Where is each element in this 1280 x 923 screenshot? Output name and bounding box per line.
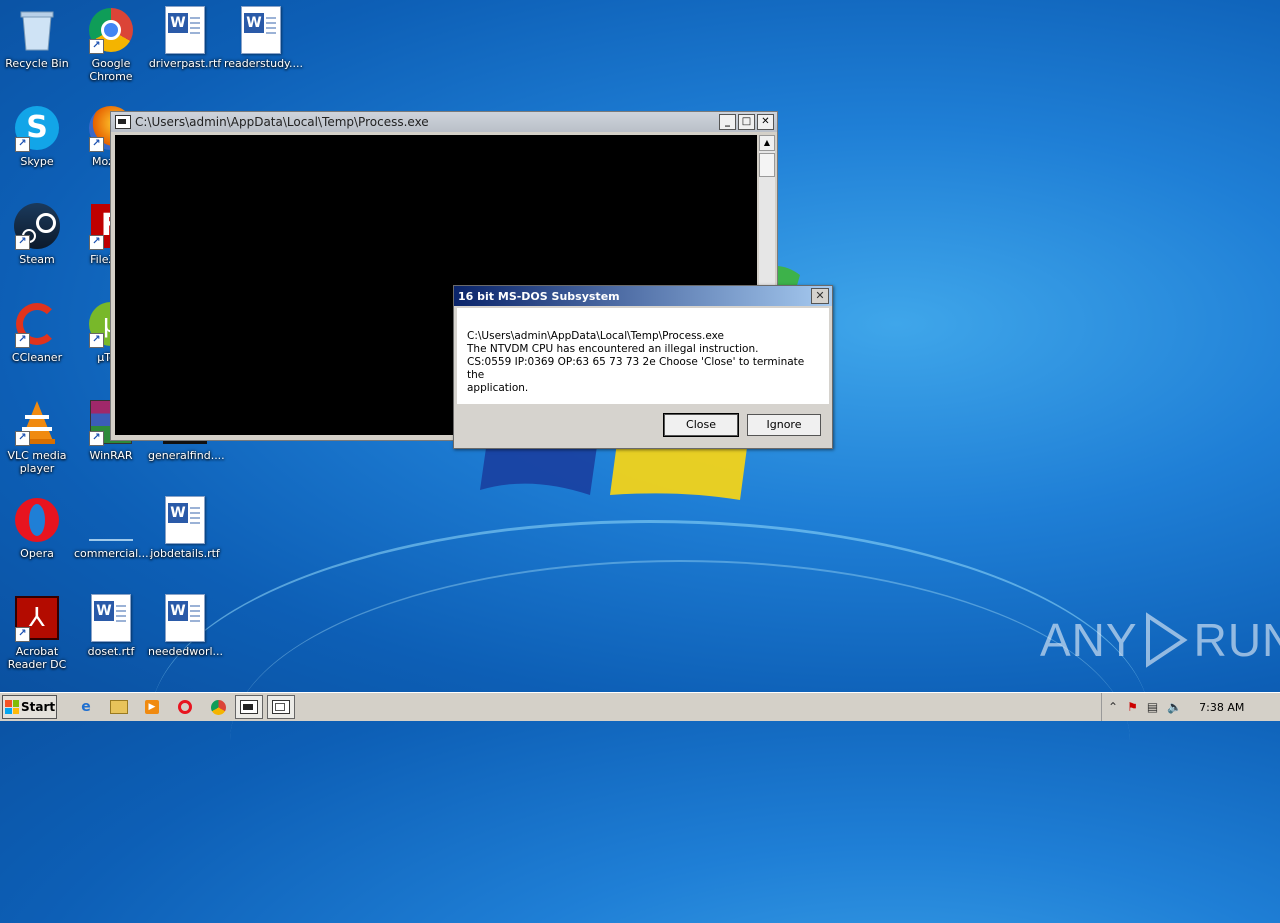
play-triangle-icon bbox=[1145, 612, 1188, 668]
desktop-icon-neededworl[interactable]: W neededworl... bbox=[148, 594, 223, 658]
desktop-icon-doset[interactable]: W doset.rtf bbox=[74, 594, 148, 658]
message-line: application. bbox=[467, 382, 529, 394]
scroll-thumb[interactable] bbox=[759, 153, 775, 177]
steam-icon: ↗ bbox=[13, 202, 61, 250]
action-center-icon[interactable]: ⚑ bbox=[1127, 700, 1138, 714]
file-icon bbox=[87, 496, 135, 544]
ntvdm-error-dialog[interactable]: 16 bit MS-DOS Subsystem ✕ C:\Users\admin… bbox=[453, 285, 833, 449]
desktop-icon-steam[interactable]: ↗ Steam bbox=[0, 202, 74, 266]
ccleaner-icon: ↗ bbox=[13, 300, 61, 348]
desktop-icon-opera[interactable]: Opera bbox=[0, 496, 74, 560]
message-line: CS:0559 IP:0369 OP:63 65 73 73 2e Choose… bbox=[467, 356, 805, 381]
close-button[interactable]: ✕ bbox=[757, 114, 774, 130]
taskbar-dialog-button[interactable] bbox=[267, 695, 295, 719]
word-document-icon: W bbox=[161, 496, 209, 544]
desktop-icon-chrome[interactable]: ↗ Google Chrome bbox=[74, 6, 148, 83]
minimize-button[interactable]: _ bbox=[719, 114, 736, 130]
opera-taskbar-icon[interactable] bbox=[174, 696, 196, 718]
word-document-icon: W bbox=[161, 6, 209, 54]
dialog-title: 16 bit MS-DOS Subsystem bbox=[458, 289, 620, 303]
windows-flag-icon bbox=[5, 700, 19, 714]
network-icon[interactable]: ▤ bbox=[1147, 700, 1158, 714]
close-dialog-button[interactable]: Close bbox=[663, 413, 739, 437]
scroll-up-arrow-icon[interactable]: ▲ bbox=[759, 135, 775, 151]
dialog-close-icon[interactable]: ✕ bbox=[811, 288, 829, 304]
dialog-titlebar[interactable]: 16 bit MS-DOS Subsystem ✕ bbox=[454, 286, 832, 306]
desktop-icon-recycle-bin[interactable]: Recycle Bin bbox=[0, 6, 74, 70]
word-document-icon: W bbox=[161, 594, 209, 642]
ignore-button[interactable]: Ignore bbox=[747, 414, 821, 436]
console-title: C:\Users\admin\AppData\Local\Temp\Proces… bbox=[135, 115, 429, 129]
anyrun-watermark: ANY RUN bbox=[1040, 612, 1280, 668]
taskbar-console-button[interactable] bbox=[235, 695, 263, 719]
taskbar: Start e ▶ ⌃ ⚑ ▤ 🔈 7:38 AM bbox=[0, 692, 1280, 721]
desktop-icon-commercial[interactable]: commercial.... bbox=[74, 496, 152, 560]
system-tray: ⌃ ⚑ ▤ 🔈 7:38 AM bbox=[1101, 693, 1280, 721]
word-document-icon: W bbox=[87, 594, 135, 642]
internet-explorer-icon[interactable]: e bbox=[75, 696, 97, 718]
vlc-icon: ↗ bbox=[13, 398, 61, 446]
show-hidden-icons-icon[interactable]: ⌃ bbox=[1108, 700, 1118, 714]
dialog-body: C:\Users\admin\AppData\Local\Temp\Proces… bbox=[457, 308, 829, 404]
recycle-bin-icon bbox=[13, 6, 61, 54]
file-explorer-icon[interactable] bbox=[108, 696, 130, 718]
desktop-icon-jobdetails[interactable]: W jobdetails.rtf bbox=[148, 496, 222, 560]
desktop-icon-acrobat[interactable]: ⅄ ↗ Acrobat Reader DC bbox=[0, 594, 74, 671]
desktop-icon-vlc[interactable]: ↗ VLC media player bbox=[0, 398, 74, 475]
media-player-icon[interactable]: ▶ bbox=[141, 696, 163, 718]
desktop-icon-ccleaner[interactable]: ↗ CCleaner bbox=[0, 300, 74, 364]
desktop-icon-driverpast[interactable]: W driverpast.rtf bbox=[148, 6, 222, 70]
maximize-button[interactable]: □ bbox=[738, 114, 755, 130]
desktop-icon-readerstudy[interactable]: W readerstudy.... bbox=[224, 6, 303, 70]
message-line: The NTVDM CPU has encountered an illegal… bbox=[467, 343, 759, 355]
start-button[interactable]: Start bbox=[2, 695, 57, 719]
acrobat-icon: ⅄ ↗ bbox=[13, 594, 61, 642]
word-document-icon: W bbox=[237, 6, 285, 54]
desktop-icon-skype[interactable]: S ↗ Skype bbox=[0, 104, 74, 168]
skype-icon: S ↗ bbox=[13, 104, 61, 152]
chrome-icon: ↗ bbox=[87, 6, 135, 54]
console-titlebar[interactable]: C:\Users\admin\AppData\Local\Temp\Proces… bbox=[111, 112, 777, 132]
wallpaper-arc bbox=[230, 560, 1130, 922]
clock[interactable]: 7:38 AM bbox=[1199, 701, 1244, 714]
volume-icon[interactable]: 🔈 bbox=[1167, 700, 1182, 714]
console-app-icon bbox=[115, 115, 131, 129]
message-line: C:\Users\admin\AppData\Local\Temp\Proces… bbox=[467, 330, 724, 342]
opera-icon bbox=[13, 496, 61, 544]
chrome-taskbar-icon[interactable] bbox=[207, 696, 229, 718]
dialog-message: C:\Users\admin\AppData\Local\Temp\Proces… bbox=[467, 330, 817, 395]
